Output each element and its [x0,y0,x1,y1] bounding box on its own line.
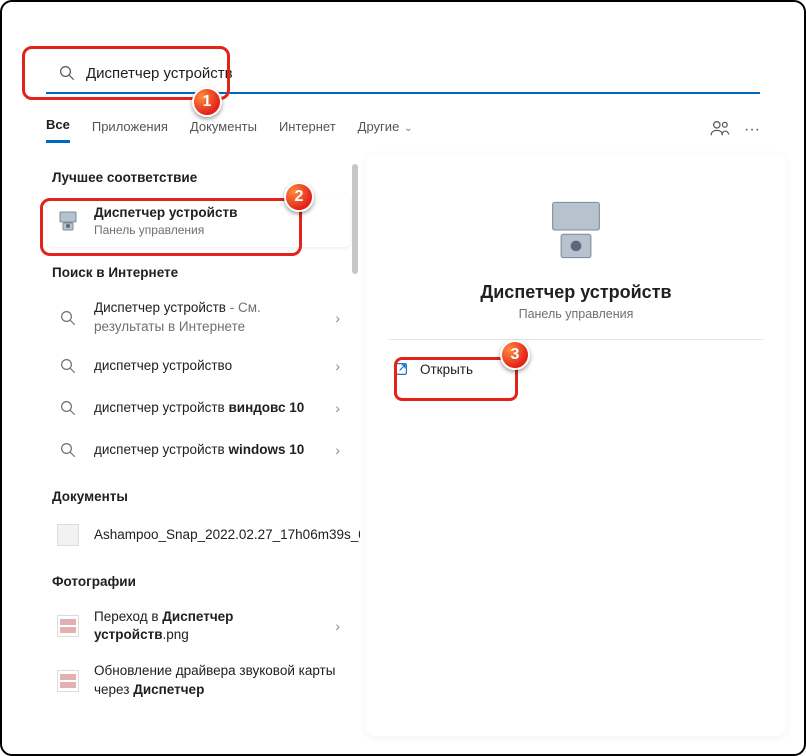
photo-result-1[interactable]: Обновление драйвера звуковой карты через… [48,653,350,707]
tab-all[interactable]: Все [46,117,70,143]
section-documents: Документы [52,489,350,504]
best-match-subtitle: Панель управления [94,222,340,238]
tab-documents[interactable]: Документы [190,119,257,142]
content-area: Лучшее соответствие Диспетчер устройств … [20,154,786,736]
tab-internet[interactable]: Интернет [279,119,336,142]
chevron-right-icon: › [335,400,340,416]
chevron-right-icon: › [335,442,340,458]
details-panel: Диспетчер устройств Панель управления От… [366,154,786,736]
device-manager-icon [56,209,80,233]
search-icon [56,438,80,462]
tab-other[interactable]: Другие ⌄ [358,119,413,142]
detail-subtitle: Панель управления [386,307,766,321]
chevron-right-icon: › [335,310,340,326]
tab-apps[interactable]: Приложения [92,119,168,142]
photo-result-0[interactable]: Переход в Диспетчер устройств.png › [48,599,350,653]
doc-result-0[interactable]: Ashampoo_Snap_2022.02.27_17h06m39s_031_Д… [48,514,350,556]
detail-title: Диспетчер устройств [386,282,766,303]
scrollbar-thumb[interactable] [352,164,358,274]
filter-tabs: Все Приложения Документы Интернет Другие… [46,117,760,143]
search-icon [58,64,76,82]
best-match-result[interactable]: Диспетчер устройств Панель управления [48,195,350,247]
chevron-down-icon: ⌄ [401,123,412,134]
web-result-3[interactable]: диспетчер устройств windows 10 › [48,429,350,471]
more-icon[interactable]: ··· [744,121,760,139]
best-match-title: Диспетчер устройств [94,204,340,222]
chevron-right-icon: › [335,618,340,634]
search-icon [56,354,80,378]
results-panel: Лучшее соответствие Диспетчер устройств … [20,154,360,736]
device-manager-large-icon [542,196,610,264]
open-action[interactable]: Открыть [386,350,766,388]
section-web: Поиск в Интернете [52,265,350,280]
divider [388,339,764,340]
document-thumb-icon [56,523,80,547]
open-label: Открыть [420,362,473,377]
section-photos: Фотографии [52,574,350,589]
chevron-right-icon: › [335,358,340,374]
account-icon[interactable] [710,120,730,141]
open-external-icon [392,360,410,378]
search-icon [56,306,80,330]
image-thumb-icon [56,669,80,693]
search-input[interactable] [86,65,752,82]
search-bar[interactable] [46,54,760,94]
image-thumb-icon [56,614,80,638]
section-best-match: Лучшее соответствие [52,170,350,185]
web-result-1[interactable]: диспетчер устройство › [48,345,350,387]
web-result-0[interactable]: Диспетчер устройств - См. результаты в И… [48,290,350,344]
search-icon [56,396,80,420]
web-result-2[interactable]: диспетчер устройств виндовс 10 › [48,387,350,429]
